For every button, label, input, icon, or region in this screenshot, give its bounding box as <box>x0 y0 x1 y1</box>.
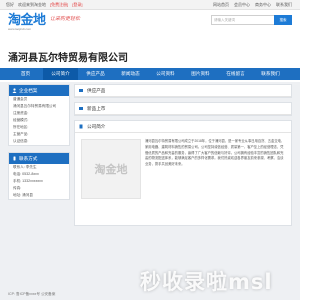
logo-url: www.taojindi.com <box>8 27 32 31</box>
nav-item-images[interactable]: 图片资料 <box>183 68 218 80</box>
top-bar-left: 您好 欢迎来到淘金地 [免费注册] [登录] <box>6 0 82 9</box>
supply-panel: 供应产品 <box>74 84 292 98</box>
info-certification: 认证信息: <box>13 139 29 143</box>
nav-item-message[interactable]: 在线留言 <box>218 68 253 80</box>
main-nav: 首页 公司简介 供应产品 新闻动态 公司资料 图片资料 在线留言 联系我们 <box>0 68 300 80</box>
new-products-panel: 新品上市 <box>74 102 292 116</box>
business-center-link[interactable]: 商务中心 <box>255 0 271 9</box>
info-business-model: 经营模式: <box>13 118 29 122</box>
intro-text: 涌河县瓦尔特贸易有限公司成立于2018年，位于涌河县，是一家专业从事日用百货、五… <box>145 139 285 167</box>
nav-item-contact[interactable]: 联系我们 <box>253 68 288 80</box>
logo-text: 淘金地 <box>8 13 46 28</box>
nav-item-news[interactable]: 新闻动态 <box>113 68 148 80</box>
placeholder-logo-text: 淘金地 <box>94 163 128 176</box>
company-info-panel: 企业档案 普通会员 涌河县瓦尔特贸易有限公司 注册资金: 经营模式: 所在地区:… <box>8 84 70 146</box>
top-bar: 您好 欢迎来到淘金地 [免费注册] [登录] 网站首页 会员中心 商务中心 联系… <box>0 0 300 10</box>
contact-panel: 联系方式 联系人: 李先生 电话: 0532-8xxx 手机: 1332xxxx… <box>8 152 70 200</box>
nav-item-home[interactable]: 首页 <box>8 68 43 80</box>
slogan: 让采购更轻松 <box>50 16 81 22</box>
contact-phone: 电话: 0532-8xxx <box>13 172 39 176</box>
supply-title: 供应产品 <box>87 88 106 93</box>
nav-item-profile[interactable]: 公司简介 <box>43 68 78 80</box>
company-info-title: 企业档案 <box>19 88 38 93</box>
main-column: 供应产品 新品上市 公司简介 淘金地 涌河县瓦尔特贸易有限公司成立于2018年，… <box>74 84 292 230</box>
nav-item-info[interactable]: 公司资料 <box>148 68 183 80</box>
user-icon <box>12 88 17 93</box>
home-link[interactable]: 网站首页 <box>213 0 229 9</box>
site-logo[interactable]: 淘金地 www.taojindi.com <box>8 14 48 32</box>
info-main-products: 主营产品: <box>13 132 29 136</box>
register-link[interactable]: [免费注册] <box>50 0 68 9</box>
intro-title: 公司简介 <box>87 124 106 129</box>
company-image-placeholder: 淘金地 <box>81 139 141 199</box>
box-icon <box>79 89 83 92</box>
new-products-title: 新品上市 <box>87 106 106 111</box>
contact-mobile: 手机: 1332xxxxxxx <box>13 179 43 183</box>
contact-fax: 传真: <box>13 186 22 190</box>
intro-header: 公司简介 <box>75 121 291 133</box>
member-level: 普通会员 <box>13 97 28 101</box>
watermark: 秒收录啦msl <box>140 270 273 294</box>
info-company-name[interactable]: 涌河县瓦尔特贸易有限公司 <box>9 103 69 110</box>
header-search: 请输入关键词 搜索 <box>211 15 292 25</box>
intro-body: 淘金地 涌河县瓦尔特贸易有限公司成立于2018年，位于涌河县，是一家专业从事日用… <box>75 133 291 225</box>
search-button[interactable]: 搜索 <box>274 15 292 25</box>
company-banner: 涌河县瓦尔特贸易有限公司 <box>0 42 300 68</box>
intro-panel: 公司简介 淘金地 涌河县瓦尔特贸易有限公司成立于2018年，位于涌河县，是一家专… <box>74 120 292 226</box>
info-capital: 注册资金: <box>13 111 29 115</box>
contact-address: 地址: 涌河县 <box>13 193 33 197</box>
info-region: 所在地区: <box>13 125 29 129</box>
box-icon <box>79 107 83 110</box>
footer-text: ICP: 鲁ICP备xxxx号 公安备案 <box>8 292 56 296</box>
contact-title: 联系方式 <box>19 156 38 161</box>
contact-header: 联系方式 <box>9 153 69 164</box>
new-products-header: 新品上市 <box>75 103 291 115</box>
welcome-text: 欢迎来到淘金地 <box>18 2 46 7</box>
left-sidebar: 企业档案 普通会员 涌河县瓦尔特贸易有限公司 注册资金: 经营模式: 所在地区:… <box>8 84 70 206</box>
company-name: 涌河县瓦尔特贸易有限公司 <box>8 53 128 64</box>
nav-item-products[interactable]: 供应产品 <box>78 68 113 80</box>
contact-person: 联系人: 李先生 <box>13 165 37 169</box>
contact-link[interactable]: 联系我们 <box>276 0 292 9</box>
top-bar-right: 网站首页 会员中心 商务中心 联系我们 <box>213 0 292 9</box>
search-input[interactable]: 请输入关键词 <box>211 15 274 25</box>
greeting-text: 您好 <box>6 2 14 7</box>
company-info-header: 企业档案 <box>9 85 69 96</box>
login-link[interactable]: [登录] <box>72 0 82 9</box>
supply-header: 供应产品 <box>75 85 291 97</box>
phone-icon <box>13 156 16 161</box>
document-icon <box>79 124 83 129</box>
member-center-link[interactable]: 会员中心 <box>234 0 250 9</box>
